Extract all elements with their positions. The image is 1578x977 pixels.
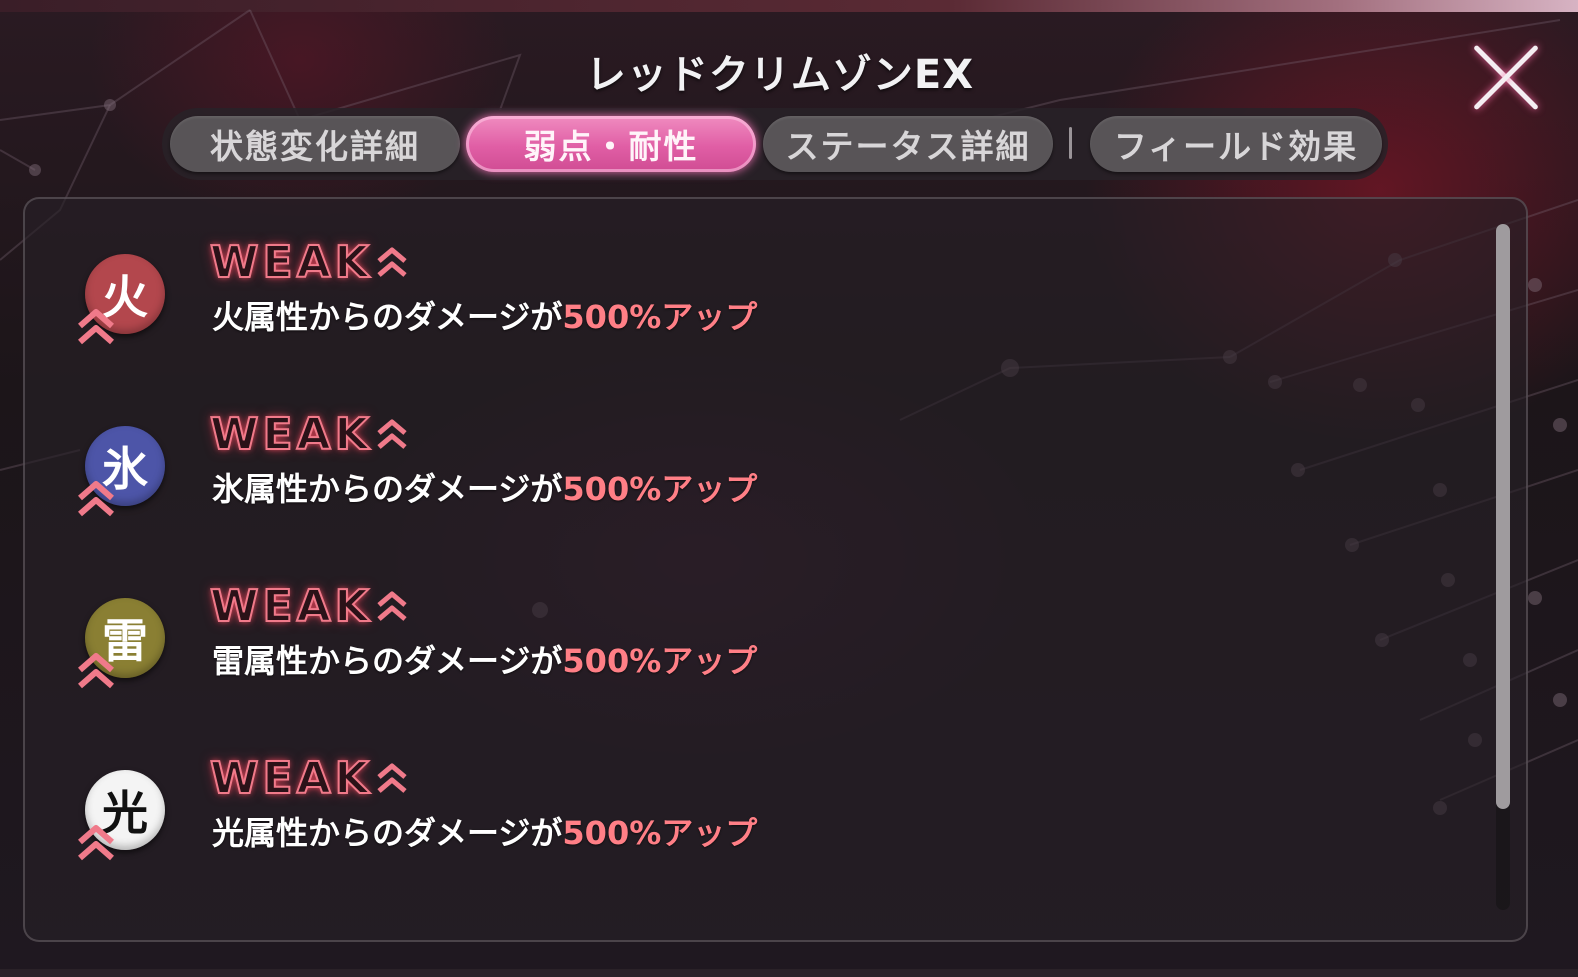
bottom-edge (0, 969, 1578, 977)
double-chevron-up-icon (78, 309, 114, 345)
weak-badge: WEAK (209, 408, 409, 461)
weakness-row-fire: 火 WEAK 火属性からのダメージが500%アップ (0, 232, 1400, 392)
double-chevron-up-icon (377, 591, 407, 621)
weak-label: WEAK (209, 580, 373, 633)
weakness-description: 光属性からのダメージが500%アップ (212, 808, 757, 852)
enemy-name-title: レッドクリムゾンEX (585, 52, 975, 98)
weakness-description: 火属性からのダメージが500%アップ (212, 292, 757, 336)
description-text: 光属性からのダメージが (212, 814, 563, 852)
damage-amount: 500%アップ (562, 814, 758, 852)
tab-weakness-resistance[interactable]: 弱点・耐性 (466, 116, 756, 172)
damage-amount: 500%アップ (562, 642, 758, 680)
weak-badge: WEAK (209, 236, 409, 289)
double-chevron-up-icon (377, 419, 407, 449)
description-text: 氷属性からのダメージが (212, 470, 563, 508)
weak-badge: WEAK (209, 580, 409, 633)
double-chevron-up-icon (377, 247, 407, 277)
weak-badge: WEAK (209, 752, 409, 805)
scrollbar-thumb[interactable] (1496, 224, 1510, 809)
description-text: 雷属性からのダメージが (212, 642, 563, 680)
weak-label: WEAK (209, 236, 373, 289)
weakness-description: 雷属性からのダメージが500%アップ (212, 636, 757, 680)
description-text: 火属性からのダメージが (212, 298, 563, 336)
weak-label: WEAK (209, 408, 373, 461)
double-chevron-up-icon (78, 653, 114, 689)
damage-amount: 500%アップ (562, 298, 758, 336)
tab-separator (1069, 127, 1072, 159)
double-chevron-up-icon (78, 481, 114, 517)
close-icon[interactable] (1466, 38, 1546, 118)
tab-status-change-detail[interactable]: 状態変化詳細 (170, 116, 460, 172)
double-chevron-up-icon (377, 763, 407, 793)
damage-amount: 500%アップ (562, 470, 758, 508)
weakness-description: 氷属性からのダメージが500%アップ (212, 464, 757, 508)
weakness-row-thunder: 雷 WEAK 雷属性からのダメージが500%アップ (0, 576, 1400, 736)
tab-field-effect[interactable]: フィールド効果 (1090, 116, 1382, 172)
weakness-row-light: 光 WEAK 光属性からのダメージが500%アップ (0, 748, 1400, 908)
tab-status-detail[interactable]: ステータス詳細 (763, 116, 1053, 172)
weakness-row-ice: 氷 WEAK 氷属性からのダメージが500%アップ (0, 404, 1400, 564)
weak-label: WEAK (209, 752, 373, 805)
battle-dialog: レッドクリムゾンEX 状態変化詳細 弱点・耐性 ステータス詳細 フィールド効果 … (0, 0, 1578, 977)
double-chevron-up-icon (78, 825, 114, 861)
